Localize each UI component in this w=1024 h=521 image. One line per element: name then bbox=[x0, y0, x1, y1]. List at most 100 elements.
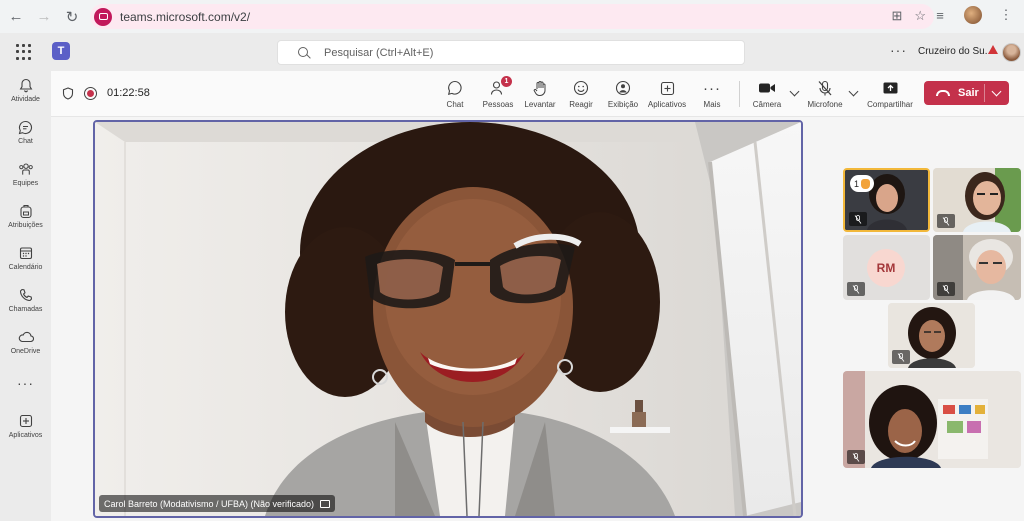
hand-icon bbox=[533, 79, 548, 97]
recording-icon bbox=[84, 87, 97, 100]
chat-button[interactable]: Chat bbox=[433, 79, 477, 109]
people-button[interactable]: 1 Pessoas bbox=[476, 76, 520, 109]
site-icon bbox=[94, 7, 112, 26]
mic-off-icon bbox=[847, 282, 865, 296]
apps-button[interactable]: Aplicativos bbox=[645, 79, 689, 109]
participant-tile[interactable] bbox=[843, 371, 1021, 468]
toolbar-divider bbox=[739, 81, 740, 107]
meeting-control-bar: 01:22:58 Chat 1 Pessoas Levantar Reagir … bbox=[51, 71, 1024, 117]
teams-icon bbox=[18, 161, 34, 177]
phone-icon bbox=[18, 287, 34, 303]
browser-toolbar: ← → ↻ teams.microsoft.com/v2/ ⊞ ☆ ≡ ⋮ bbox=[0, 0, 1024, 33]
rail-label: Calendário bbox=[8, 264, 43, 271]
meeting-timer: 01:22:58 bbox=[107, 87, 150, 99]
rail-item-calendar[interactable]: Calendário bbox=[0, 245, 51, 271]
app-launcher-icon[interactable] bbox=[16, 44, 32, 60]
search-input[interactable]: Pesquisar (Ctrl+Alt+E) bbox=[277, 40, 745, 65]
participant-tile[interactable] bbox=[888, 303, 975, 368]
rail-item-onedrive[interactable]: OneDrive bbox=[0, 329, 51, 355]
rail-item-teams[interactable]: Equipes bbox=[0, 161, 51, 187]
raised-hand-icon bbox=[861, 178, 871, 189]
teams-header: T Pesquisar (Ctrl+Alt+E) ··· Cruzeiro do… bbox=[0, 33, 1024, 71]
participant-tile[interactable]: RM bbox=[843, 235, 930, 300]
mic-options-chevron-icon[interactable] bbox=[848, 86, 859, 97]
mic-off-icon bbox=[849, 212, 867, 226]
forward-icon[interactable]: → bbox=[32, 5, 56, 29]
user-avatar[interactable] bbox=[1002, 43, 1021, 62]
mic-off-icon bbox=[817, 79, 833, 97]
emoji-icon bbox=[573, 79, 589, 97]
backpack-icon bbox=[18, 203, 34, 219]
leave-label: Sair bbox=[958, 87, 979, 99]
address-bar[interactable]: teams.microsoft.com/v2/ ⊞ ☆ bbox=[90, 4, 934, 29]
hand-count: 1 bbox=[854, 178, 860, 189]
search-placeholder: Pesquisar (Ctrl+Alt+E) bbox=[324, 46, 434, 59]
more-actions-button[interactable]: ··· Mais bbox=[690, 79, 734, 110]
participant-tile[interactable] bbox=[933, 168, 1021, 232]
org-name[interactable]: Cruzeiro do Su... bbox=[918, 46, 993, 57]
more-options-icon[interactable]: ··· bbox=[890, 42, 907, 58]
mic-off-icon bbox=[892, 350, 910, 364]
participant-video bbox=[843, 371, 1021, 468]
rail-item-assignments[interactable]: Atribuições bbox=[0, 203, 51, 229]
back-icon[interactable]: ← bbox=[4, 5, 28, 29]
view-label: Exibição bbox=[607, 100, 639, 109]
calendar-icon bbox=[18, 245, 34, 261]
rail-label: Aplicativos bbox=[8, 432, 43, 439]
teams-logo-icon: T bbox=[52, 42, 70, 60]
reload-icon[interactable]: ↻ bbox=[60, 5, 84, 29]
share-screen-icon bbox=[882, 79, 899, 97]
bell-icon bbox=[18, 77, 34, 93]
view-button[interactable]: Exibição bbox=[601, 79, 645, 109]
chat-icon bbox=[18, 119, 34, 135]
rail-item-activity[interactable]: Atividade bbox=[0, 77, 51, 103]
speaker-name-tag: Carol Barreto (Modativismo / UFBA) (Não … bbox=[99, 495, 336, 512]
react-label: Reagir bbox=[569, 100, 593, 109]
share-button[interactable]: Compartilhar bbox=[867, 79, 913, 109]
people-icon: 1 bbox=[490, 76, 512, 97]
raise-hand-button[interactable]: Levantar bbox=[518, 79, 562, 109]
install-app-icon[interactable]: ⊞ bbox=[891, 8, 902, 24]
react-button[interactable]: Reagir bbox=[559, 79, 603, 109]
speaker-name: Carol Barreto (Modativismo / UFBA) (Não … bbox=[104, 498, 315, 509]
more-icon: ··· bbox=[17, 375, 34, 391]
camera-icon bbox=[758, 79, 776, 97]
rail-label: Chat bbox=[18, 138, 33, 145]
unverified-icon bbox=[320, 499, 331, 508]
rail-label: Chamadas bbox=[8, 306, 43, 313]
rail-item-chat[interactable]: Chat bbox=[0, 119, 51, 145]
main-speaker-video[interactable]: Carol Barreto (Modativismo / UFBA) (Não … bbox=[93, 120, 803, 518]
rail-label: OneDrive bbox=[10, 348, 41, 355]
more-icon: ··· bbox=[703, 79, 721, 97]
leave-options-chevron-icon[interactable] bbox=[991, 86, 1002, 97]
participant-avatar: RM bbox=[867, 249, 905, 287]
microphone-button[interactable]: Microfone bbox=[803, 79, 847, 109]
leave-button[interactable]: Sair bbox=[924, 81, 1009, 105]
warning-icon bbox=[988, 45, 998, 54]
rail-label: Atribuições bbox=[8, 222, 43, 229]
profile-icon[interactable] bbox=[964, 6, 982, 24]
shield-icon[interactable] bbox=[62, 87, 74, 100]
rail-item-more[interactable]: ··· bbox=[0, 375, 51, 391]
speaker-video-frame bbox=[95, 122, 801, 516]
rail-label: Equipes bbox=[12, 180, 39, 187]
rail-item-apps[interactable]: Aplicativos bbox=[0, 413, 51, 439]
camera-options-chevron-icon[interactable] bbox=[789, 86, 800, 97]
participant-tile[interactable]: 1 bbox=[843, 168, 930, 232]
media-control-icon[interactable]: ≡ bbox=[930, 5, 950, 25]
microphone-label: Microfone bbox=[807, 100, 843, 109]
people-badge: 1 bbox=[501, 76, 512, 87]
bookmark-star-icon[interactable]: ☆ bbox=[914, 8, 926, 24]
rail-label: Atividade bbox=[11, 96, 40, 103]
more-label: Mais bbox=[703, 100, 721, 109]
raised-hand-badge: 1 bbox=[850, 175, 875, 192]
apps-icon bbox=[18, 413, 34, 429]
rail-item-calls[interactable]: Chamadas bbox=[0, 287, 51, 313]
browser-menu-icon[interactable]: ⋮ bbox=[996, 5, 1016, 25]
participant-tile[interactable] bbox=[933, 235, 1021, 300]
camera-button[interactable]: Câmera bbox=[745, 79, 789, 109]
cloud-icon bbox=[18, 329, 34, 345]
people-label: Pessoas bbox=[482, 100, 514, 109]
url-text: teams.microsoft.com/v2/ bbox=[120, 9, 251, 24]
hang-up-icon bbox=[936, 90, 950, 96]
